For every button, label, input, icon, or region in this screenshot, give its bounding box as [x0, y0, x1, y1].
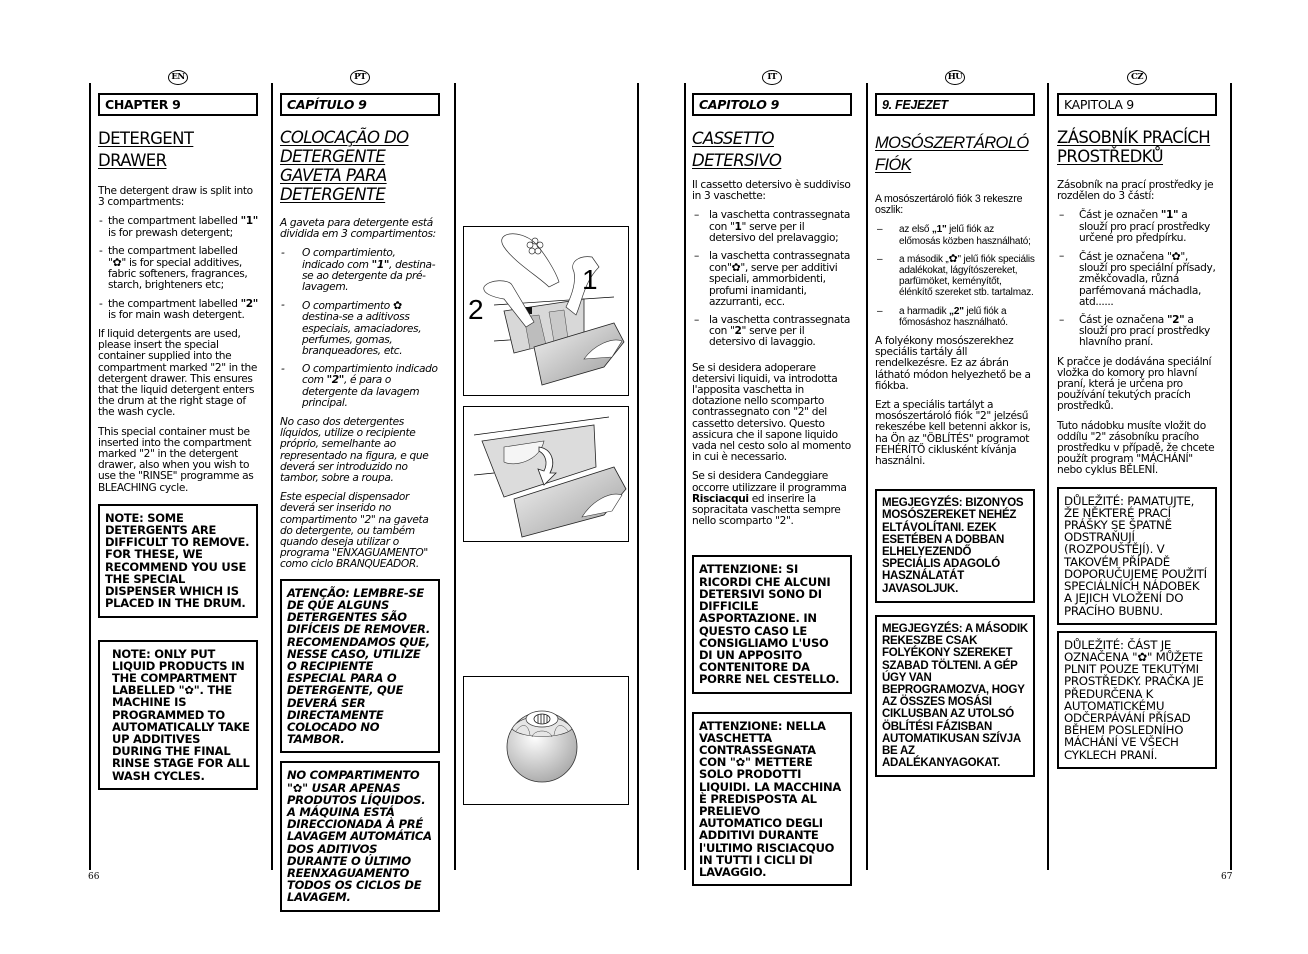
column-pt: PT CAPÍTULO 9 COLOCAÇÃO DO DETERGENTE GA… [280, 70, 440, 926]
dispenser-ball-illustration [506, 710, 578, 783]
note-box: NOTE: ONLY PUT LIQUID PRODUCTS IN THE CO… [98, 639, 258, 790]
note-box: ATTENZIONE: SI RICORDI CHE ALCUNI DETERS… [692, 555, 852, 694]
flower-icon: ✿ [392, 299, 402, 313]
flower-icon: ✿ [948, 252, 958, 265]
label-compartment-2: 2 [468, 294, 484, 325]
paragraph: K pračce je dodávána speciální vložka do… [1057, 355, 1212, 413]
compartment-list: O compartimiento, indicado com "1", dest… [280, 248, 440, 409]
paragraph: Se si desidera adoperare detersivi liqui… [692, 361, 851, 464]
column-divider [89, 83, 91, 870]
figure-drum-dispenser [463, 676, 629, 805]
column-divider [1047, 83, 1049, 870]
list-item: the compartment labelled "2" is for main… [98, 298, 258, 321]
chapter-heading: KAPITOLA 9 [1057, 93, 1217, 116]
page-number-left: 66 [88, 872, 100, 882]
compartment-list: az első „1" jelű fiók az előmosás közben… [875, 224, 1035, 328]
section-title: ZÁSOBNÍK PRACÍCH PROSTŘEDKŮ [1057, 128, 1211, 166]
page-number-right: 67 [1221, 872, 1233, 882]
column-divider [684, 83, 686, 870]
list-item: O compartimiento indicado com "2", é par… [280, 364, 440, 409]
column-divider [866, 83, 868, 870]
column-divider [454, 83, 456, 870]
compartment-list: the compartment labelled "1" is for prew… [98, 216, 258, 321]
list-item: la vaschetta contrassegnata con "2" serv… [692, 314, 852, 349]
list-item: a második „✿" jelű fiók speciális adalék… [875, 252, 1035, 299]
list-item: Část je označena "✿", slouží pro speciál… [1057, 251, 1217, 308]
paragraph: Este especial dispensador deverá ser ins… [280, 491, 429, 571]
section-title: DETERGENT DRAWER [98, 129, 194, 170]
chapter-heading: 9. FEJEZET [875, 93, 1035, 116]
chapter-heading: CAPITOLO 9 [692, 93, 852, 116]
note-box: MEGJEGYZÉS: A MÁSODIK REKESZBE CSAK FOLY… [875, 614, 1035, 778]
list-item: Část je označena "2" a slouží pro prací … [1057, 314, 1217, 349]
section-title: COLOCAÇÃO DO DETERGENTE GAVETA PARA DETE… [280, 128, 409, 204]
column-divider [637, 83, 639, 870]
figure-drawer-filling: 1 2 [463, 226, 629, 396]
language-badge: HU [945, 70, 965, 85]
detergent-drawer-illustration: 1 2 [468, 233, 625, 386]
list-item: a harmadik „2" jelű fiók a főmosáshoz ha… [875, 306, 1035, 328]
paragraph: If liquid detergents are used, please in… [98, 328, 258, 419]
column-divider [1230, 83, 1232, 870]
list-item: the compartment labelled "1" is for prew… [98, 216, 258, 238]
list-item: la vaschetta contrassegnata con "1" serv… [692, 210, 852, 244]
paragraph: Tuto nádobku musíte vložit do oddílu "2"… [1057, 419, 1215, 477]
chapter-heading: CHAPTER 9 [98, 93, 258, 116]
note-box: DŮLEŽITÉ: ČÁST JE OZNAČENA "✿" MŮŽETE PL… [1057, 630, 1217, 769]
list-item: O compartimento ✿ destina-se a aditivoss… [280, 300, 440, 357]
intro-text: Zásobník na prací prostředky je rozdělen… [1057, 179, 1214, 203]
note-box: ATTENZIONE: NELLA VASCHETTA CONTRASSEGNA… [692, 711, 852, 887]
paragraph: No caso dos detergentes líquidos, utiliz… [280, 416, 429, 485]
column-divider [271, 83, 273, 870]
column-hu: HU 9. FEJEZET MOSÓSZERTÁROLÓ FIÓK A mosó… [875, 70, 1035, 791]
intro-text: A mosószertároló fiók 3 rekeszre oszlik: [875, 193, 1023, 217]
note-box: MEGJEGYZÉS: BIZONYOS MOSÓSZEREKET NEHÉZ … [875, 489, 1035, 603]
intro-text: Il cassetto detersivo è suddiviso in 3 v… [692, 179, 851, 203]
note-box: DŮLEŽITÉ: PAMATUJTE, ŽE NĚKTERÉ PRACÍ PR… [1057, 486, 1217, 625]
list-item: az első „1" jelű fiók az előmosás közben… [875, 224, 1035, 246]
language-badge: IT [762, 70, 782, 85]
language-badge: CZ [1127, 70, 1147, 85]
compartment-list: la vaschetta contrassegnata con "1" serv… [692, 210, 852, 348]
list-item: la vaschetta contrassegnata con"✿", serv… [692, 250, 852, 308]
label-compartment-1: 1 [582, 264, 598, 295]
paragraph: A folyékony mosószerekhez speciális tart… [875, 335, 1031, 392]
paragraph: Se si desidera Candeggiare occorre utili… [692, 470, 847, 528]
paragraph: Ezt a speciális tartályt a mosószertárol… [875, 399, 1031, 468]
note-box: NO COMPARTIMENTO "✿" USAR APENAS PRODUTO… [280, 761, 440, 912]
language-badge: PT [350, 70, 370, 85]
paragraph: This special container must be inserted … [98, 425, 254, 494]
note-box: ATENÇÃO: LEMBRE-SE DE QUE ALGUNS DETERGE… [280, 578, 440, 754]
intro-text: The detergent draw is split into 3 compa… [98, 185, 253, 209]
section-title: MOSÓSZERTÁROLÓ FIÓK [875, 134, 1029, 174]
figure-liquid-container-insert [463, 406, 629, 542]
list-item: Část je označen "1" a slouží pro prací p… [1057, 210, 1217, 244]
section-title: CASSETTO DETERSIVO [692, 129, 782, 170]
compartment-list: Část je označen "1" a slouží pro prací p… [1057, 210, 1217, 348]
drawer-insert-illustration [473, 416, 627, 538]
column-cz: CZ KAPITOLA 9 ZÁSOBNÍK PRACÍCH PROSTŘEDK… [1057, 70, 1217, 783]
list-item: the compartment labelled "✿" is for spec… [98, 245, 258, 292]
chapter-heading: CAPÍTULO 9 [280, 93, 440, 116]
column-en: EN CHAPTER 9 DETERGENT DRAWER The deterg… [98, 70, 258, 804]
intro-text: A gaveta para detergente está dividida e… [280, 217, 436, 241]
column-it: IT CAPITOLO 9 CASSETTO DETERSIVO Il cass… [692, 70, 852, 900]
note-box: NOTE: SOME DETERGENTS ARE DIFFICULT TO R… [98, 503, 258, 618]
list-item: O compartimiento, indicado com "1", dest… [280, 248, 440, 293]
language-badge: EN [168, 70, 188, 85]
